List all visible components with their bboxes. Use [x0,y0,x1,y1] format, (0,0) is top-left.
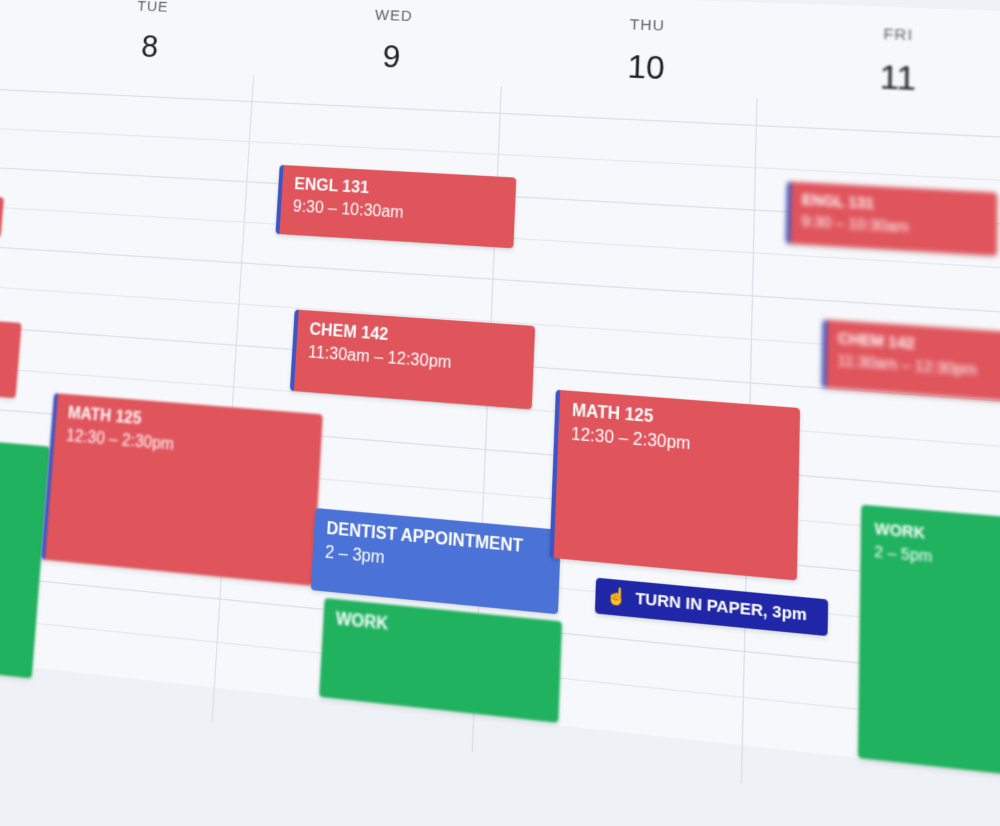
event-thu-math-125[interactable]: MATH 125 12:30 – 2:30pm [549,389,801,581]
hand-pointer-icon: ☝ [605,586,627,608]
day-number[interactable]: 9 [317,35,468,78]
event-title: WORK [335,610,389,635]
calendar-week-view: TUE 8 WED 9 THU 10 FRI 11 MATH 125 12:30… [0,0,1000,788]
day-number[interactable]: 8 [78,26,222,68]
day-number[interactable]: 11 [816,55,981,101]
day-divider [211,75,255,723]
task-title: TURN IN PAPER, 3pm [635,589,808,625]
day-header-wed[interactable]: WED 9 [316,0,469,85]
task-turn-in-paper[interactable]: ☝ TURN IN PAPER, 3pm [594,577,829,637]
day-number[interactable]: 10 [568,45,726,90]
day-header-fri[interactable]: FRI 11 [816,4,982,107]
event-wed-work[interactable]: WORK [319,597,563,723]
event-monday-partial[interactable] [0,195,4,237]
day-header-tue[interactable]: TUE 8 [78,0,226,74]
day-of-week: WED [374,6,414,26]
day-of-week: FRI [883,25,914,45]
day-of-week: TUE [136,0,169,16]
event-tue-math-125[interactable]: MATH 125 12:30 – 2:30pm [40,393,323,586]
event-fri-engl-131[interactable]: ENGL 131 9:30 – 10:30am [785,181,998,256]
event-fri-work[interactable]: WORK 2 – 5pm [857,504,1000,784]
event-wed-dentist-appointment[interactable]: DENTIST APPOINTMENT 2 – 3pm [310,507,562,615]
event-fri-chem-142[interactable]: CHEM 142 11:30am – 12:30pm [821,319,1000,404]
event-wed-engl-131[interactable]: ENGL 131 9:30 – 10:30am [275,164,517,249]
day-header-thu[interactable]: THU 10 [567,0,726,96]
hour-gridline [0,244,1000,321]
event-monday-partial[interactable] [0,318,22,399]
day-of-week: THU [629,16,666,35]
